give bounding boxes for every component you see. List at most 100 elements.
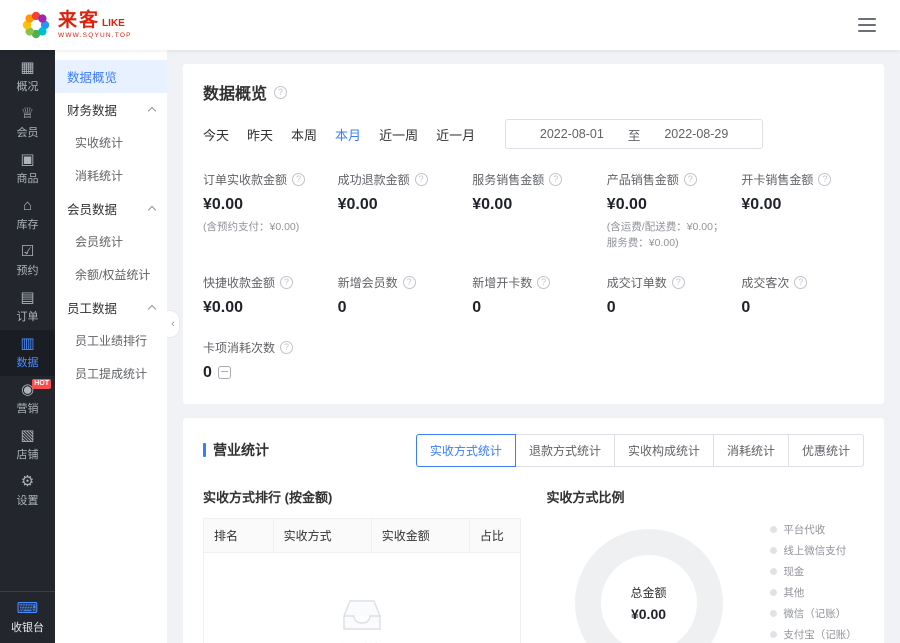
menu-toggle-icon[interactable]: [854, 14, 880, 36]
section-title-business: 营业统计: [203, 440, 269, 460]
stat-order-received: 订单实收款金额 ¥0.00 (含预约支付：¥0.00): [203, 171, 326, 252]
donut-chart: 总金额 ¥0.00: [575, 529, 723, 643]
date-range-picker[interactable]: 2022-08-01 至 2022-08-29: [505, 119, 763, 149]
stat-note: (含预约支付：¥0.00): [203, 219, 326, 235]
filter-yesterday[interactable]: 昨天: [247, 125, 273, 144]
legend-item: 线上微信支付: [770, 543, 858, 558]
sidebar-item-label: 预约: [17, 262, 39, 278]
subnav-group-finance[interactable]: 财务数据: [55, 93, 167, 126]
empty-inbox-icon: [339, 597, 385, 633]
tab-consume-stats[interactable]: 消耗统计: [713, 434, 789, 467]
stat-value-number: 0: [203, 364, 212, 382]
help-icon[interactable]: [415, 173, 428, 186]
sidebar-collapse-handle[interactable]: ‹: [167, 310, 180, 338]
stat-value: ¥0.00: [741, 196, 864, 214]
help-icon[interactable]: [537, 276, 550, 289]
subnav-group-staff-data[interactable]: 员工数据: [55, 291, 167, 324]
help-icon[interactable]: [672, 276, 685, 289]
sidebar-item-label: 店铺: [17, 446, 39, 462]
sidebar-item-settings[interactable]: 设置: [0, 468, 55, 514]
sidebar-item-marketing[interactable]: HOT 营销: [0, 376, 55, 422]
stat-value: 0: [607, 299, 730, 317]
inventory-icon: [23, 198, 32, 213]
subnav-received-stats[interactable]: 实收统计: [55, 126, 167, 159]
subnav-label: 会员数据: [67, 199, 117, 218]
help-icon[interactable]: [684, 173, 697, 186]
tab-received-composition[interactable]: 实收构成统计: [614, 434, 714, 467]
subnav-data-overview[interactable]: 数据概览: [55, 60, 167, 93]
stat-deal-customers: 成交客次 0: [741, 274, 864, 317]
help-icon[interactable]: [818, 173, 831, 186]
stat-service-sales: 服务销售金额 ¥0.00: [472, 171, 595, 252]
stat-quick-payment: 快捷收款金额 ¥0.00: [203, 274, 326, 317]
subnav-member-stats[interactable]: 会员统计: [55, 225, 167, 258]
subnav-balance-stats[interactable]: 余额/权益统计: [55, 258, 167, 291]
page-title: 数据概览: [203, 80, 267, 104]
subnav-group-member-data[interactable]: 会员数据: [55, 192, 167, 225]
tab-discount-stats[interactable]: 优惠统计: [788, 434, 864, 467]
legend-item: 现金: [770, 564, 858, 579]
sidebar-item-overview[interactable]: 概况: [0, 54, 55, 100]
legend-dot-icon: [770, 610, 777, 617]
stat-label: 快捷收款金额: [203, 274, 275, 291]
ranking-panel: 实收方式排行 (按金额) 排名 实收方式 实收金额 占比: [203, 487, 521, 643]
help-icon[interactable]: [280, 341, 293, 354]
sidebar-item-orders[interactable]: 订单: [0, 284, 55, 330]
stats-grid: 订单实收款金额 ¥0.00 (含预约支付：¥0.00) 成功退款金额 ¥0.00…: [203, 171, 864, 382]
brand-domain: WWW.SQYUN.TOP: [58, 33, 132, 40]
subnav-staff-ranking[interactable]: 员工业绩排行: [55, 324, 167, 357]
sidebar-item-members[interactable]: 会员: [0, 100, 55, 146]
help-icon[interactable]: [794, 276, 807, 289]
filter-last-month[interactable]: 近一月: [436, 125, 475, 144]
stat-label: 开卡销售金额: [741, 171, 813, 188]
sidebar-item-data[interactable]: 数据: [0, 330, 55, 376]
ranking-title: 实收方式排行 (按金额): [203, 487, 521, 506]
stat-label: 卡项消耗次数: [203, 339, 275, 356]
sidebar-item-inventory[interactable]: 库存: [0, 192, 55, 238]
legend-dot-icon: [770, 547, 777, 554]
sidebar-item-booking[interactable]: 预约: [0, 238, 55, 284]
stat-label: 服务销售金额: [472, 171, 544, 188]
sidebar-item-shop[interactable]: 店铺: [0, 422, 55, 468]
app-window: 来客 LIKE WWW.SQYUN.TOP 概况 会员 商品 库存: [0, 0, 900, 643]
stat-value: 0: [472, 299, 595, 317]
grid-icon: [20, 60, 34, 75]
logo-flower-icon: [20, 9, 52, 41]
data-chart-icon: [20, 336, 34, 351]
secondary-sidebar: 数据概览 财务数据 实收统计 消耗统计 会员数据 会员统计 余额/权益统计 员工…: [55, 50, 167, 643]
stat-label: 成交订单数: [607, 274, 667, 291]
stat-note: (含运费/配送费：¥0.00；服务费：¥0.00): [607, 219, 730, 252]
section-title-text: 营业统计: [213, 440, 269, 460]
subnav-staff-commission[interactable]: 员工提成统计: [55, 357, 167, 390]
stat-label: 成功退款金额: [338, 171, 410, 188]
proportion-panel: 实收方式比例 总金额 ¥0.00 平台代收 线上微信支付 现金: [547, 487, 865, 643]
filter-this-month[interactable]: 本月: [335, 125, 361, 144]
tab-refund-method[interactable]: 退款方式统计: [515, 434, 615, 467]
date-end: 2022-08-29: [664, 127, 728, 141]
logo[interactable]: 来客 LIKE WWW.SQYUN.TOP: [20, 9, 132, 41]
subnav-label: 实收统计: [75, 134, 123, 151]
help-icon[interactable]: [549, 173, 562, 186]
sidebar-item-products[interactable]: 商品: [0, 146, 55, 192]
sidebar-item-label: 收银台: [11, 619, 44, 635]
help-icon[interactable]: [280, 276, 293, 289]
stat-value: ¥0.00: [472, 196, 595, 214]
sidebar-item-cashier[interactable]: 收银台: [0, 591, 55, 643]
sidebar-item-label: 营销: [17, 400, 39, 416]
help-icon[interactable]: [274, 86, 287, 99]
filter-today[interactable]: 今天: [203, 125, 229, 144]
date-start: 2022-08-01: [540, 127, 604, 141]
subnav-consume-stats[interactable]: 消耗统计: [55, 159, 167, 192]
stat-value: ¥0.00: [203, 299, 326, 317]
help-icon[interactable]: [292, 173, 305, 186]
sidebar-item-label: 概况: [17, 78, 39, 94]
gear-icon: [21, 474, 34, 489]
tab-received-method[interactable]: 实收方式统计: [416, 434, 516, 467]
filter-this-week[interactable]: 本周: [291, 125, 317, 144]
overview-card: 数据概览 今天 昨天 本周 本月 近一周 近一月 2022-08-01 至 20…: [183, 64, 884, 404]
help-icon[interactable]: [403, 276, 416, 289]
legend-dot-icon: [770, 568, 777, 575]
stat-label: 成交客次: [741, 274, 789, 291]
donut-center-label: 总金额: [630, 584, 666, 601]
filter-last-week[interactable]: 近一周: [379, 125, 418, 144]
